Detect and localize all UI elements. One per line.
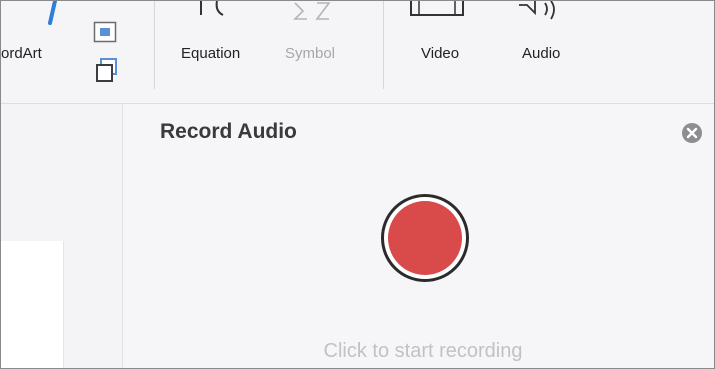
- equation-label[interactable]: Equation: [181, 45, 240, 62]
- app-window: ordArt Equation Symbol Video Audio Recor…: [0, 0, 715, 369]
- record-icon: [388, 201, 462, 275]
- arrange-icon[interactable]: [95, 57, 119, 83]
- audio-icon[interactable]: [517, 1, 563, 23]
- ribbon-separator: [383, 1, 384, 89]
- wordart-icon[interactable]: [41, 1, 65, 27]
- ribbon-separator: [154, 1, 155, 89]
- slide-page: [1, 241, 64, 368]
- video-icon[interactable]: [409, 1, 467, 21]
- close-icon: [686, 127, 698, 139]
- ribbon-toolbar: ordArt Equation Symbol Video Audio: [1, 1, 714, 104]
- equation-icon[interactable]: [197, 1, 237, 25]
- record-audio-panel: Record Audio Click to start recording: [123, 104, 714, 368]
- audio-label[interactable]: Audio: [522, 45, 560, 62]
- video-label[interactable]: Video: [421, 45, 459, 62]
- close-button[interactable]: [682, 123, 702, 143]
- symbol-icon[interactable]: [291, 1, 337, 23]
- slide-area: [1, 104, 123, 368]
- text-box-icon[interactable]: [93, 21, 117, 43]
- wordart-label[interactable]: ordArt: [1, 45, 42, 62]
- symbol-label[interactable]: Symbol: [285, 45, 335, 62]
- recording-hint: Click to start recording: [323, 340, 523, 362]
- panel-title: Record Audio: [160, 120, 297, 143]
- record-button[interactable]: [381, 194, 469, 282]
